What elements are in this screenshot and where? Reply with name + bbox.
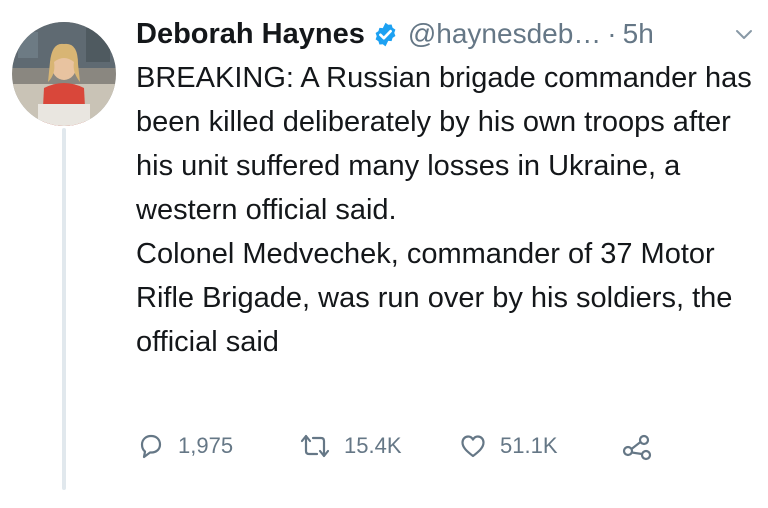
action-bar: 1,975 15.4K 51.1K — [136, 428, 696, 464]
share-button[interactable] — [620, 428, 654, 464]
avatar[interactable] — [12, 22, 116, 126]
reply-button[interactable]: 1,975 — [136, 428, 233, 464]
like-count: 51.1K — [500, 433, 558, 458]
tweet[interactable]: Deborah Haynes @haynesdeb… · 5h BREAKING… — [0, 0, 768, 508]
tweet-timestamp[interactable]: 5h — [623, 18, 654, 50]
author-handle[interactable]: @haynesdeb… — [408, 18, 601, 50]
reply-count: 1,975 — [178, 433, 234, 458]
tweet-text: BREAKING: A Russian brigade commander ha… — [136, 56, 761, 364]
avatar-image — [12, 22, 116, 126]
retweet-count: 15.4K — [344, 433, 402, 458]
heart-icon — [461, 435, 485, 458]
tweet-paragraph: BREAKING: A Russian brigade commander ha… — [136, 62, 752, 226]
chevron-down-icon[interactable] — [733, 23, 755, 45]
tweet-header: Deborah Haynes @haynesdeb… · 5h — [136, 14, 761, 54]
author-name[interactable]: Deborah Haynes — [136, 18, 365, 51]
retweet-icon — [300, 434, 330, 458]
retweet-button[interactable]: 15.4K — [298, 428, 402, 464]
tweet-paragraph: Colonel Medvechek, commander of 37 Motor… — [136, 238, 733, 358]
separator-dot: · — [607, 18, 617, 49]
reply-icon — [140, 434, 162, 459]
thread-line — [62, 128, 66, 490]
verified-badge-icon — [372, 21, 399, 48]
like-button[interactable]: 51.1K — [458, 428, 558, 464]
share-icon — [622, 434, 652, 461]
